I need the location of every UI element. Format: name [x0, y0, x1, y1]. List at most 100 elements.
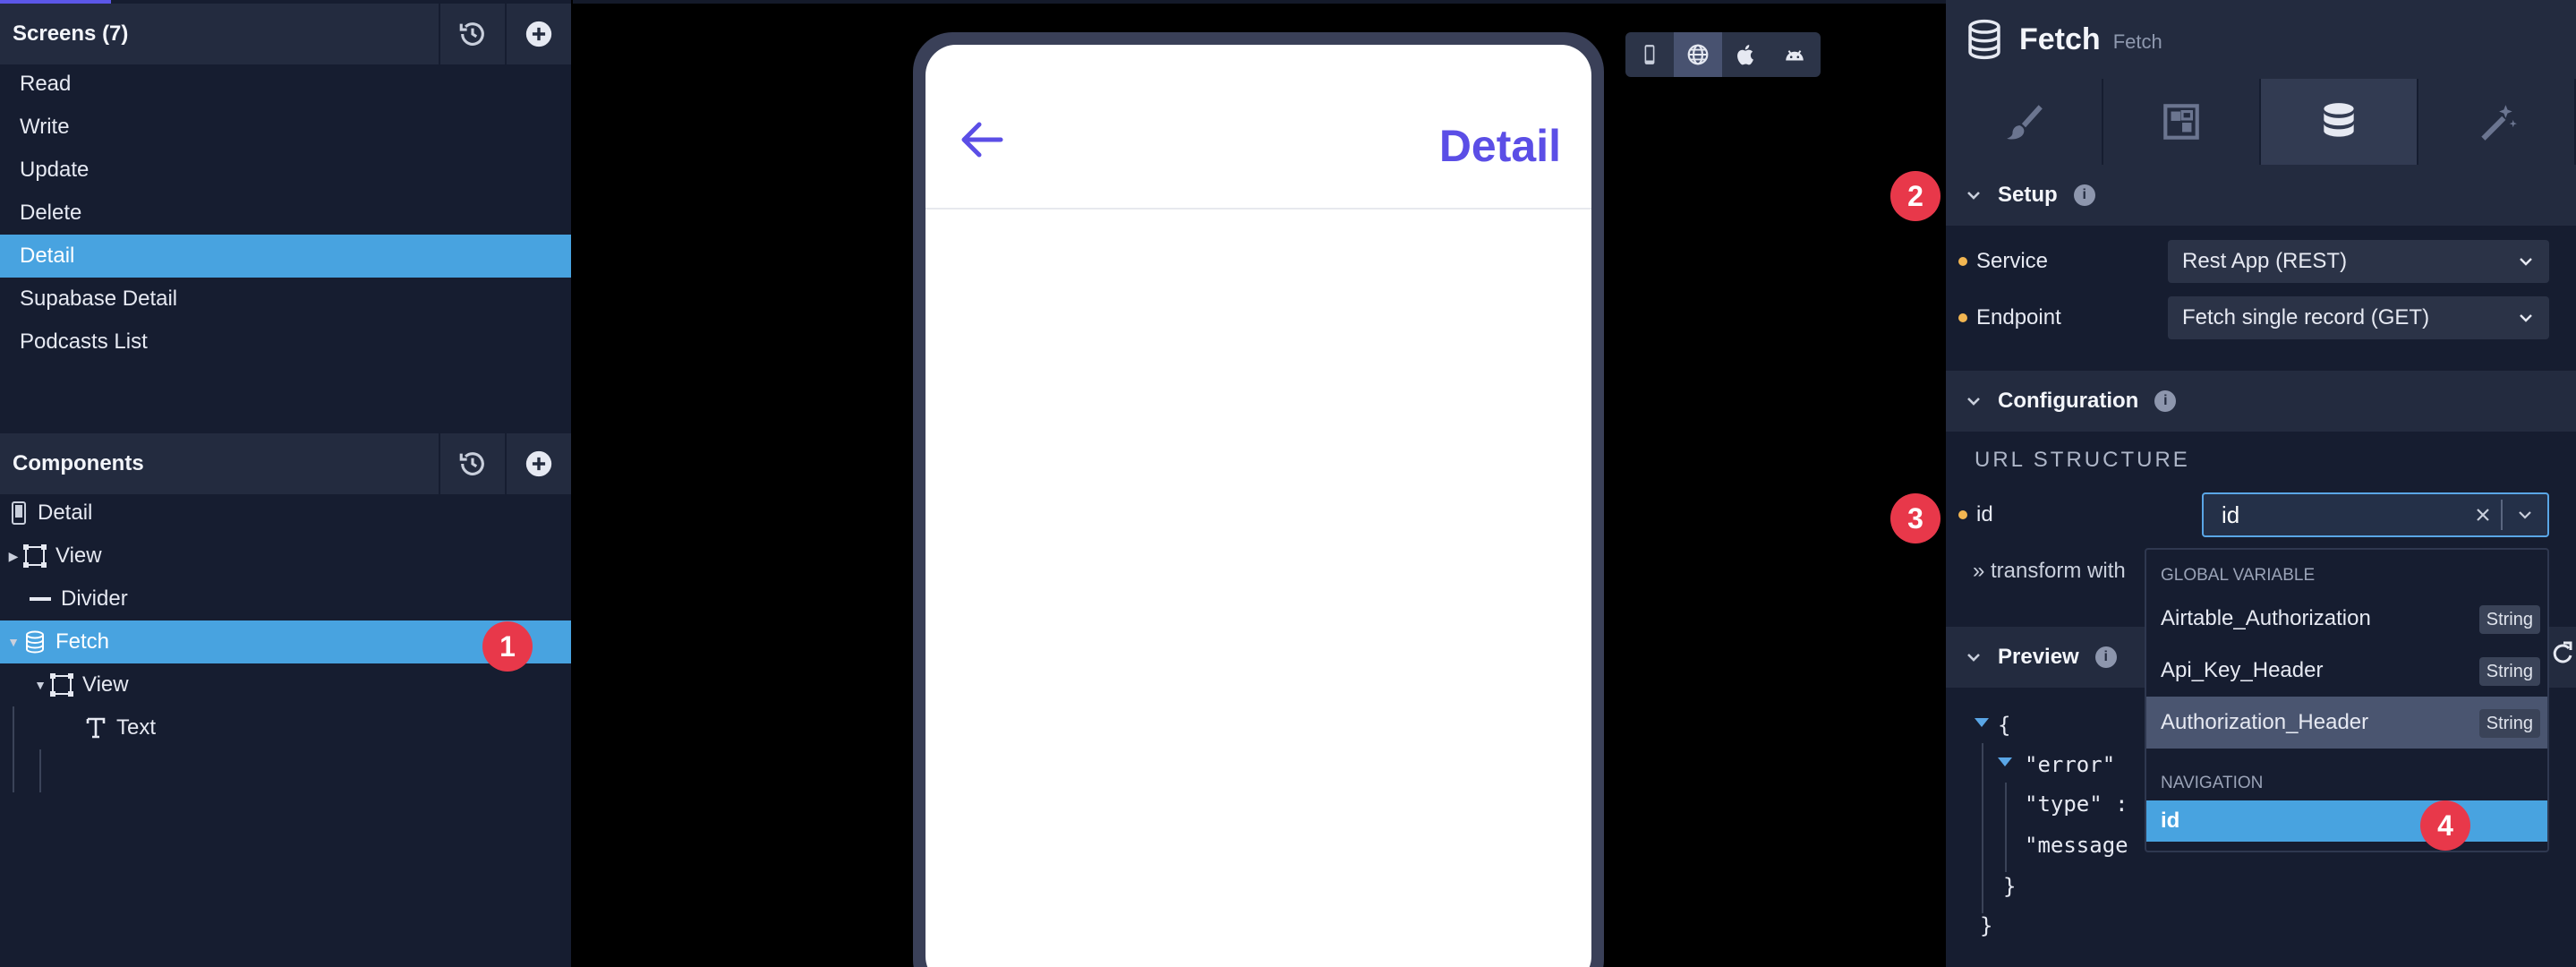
components-add-button[interactable]	[505, 433, 571, 494]
chevron-down-icon	[2520, 258, 2532, 266]
history-icon	[459, 452, 484, 475]
screen-item-delete[interactable]: Delete	[0, 192, 571, 235]
id-combobox[interactable]: id	[2202, 492, 2549, 537]
info-icon[interactable]: i	[2073, 184, 2095, 206]
step-badge-3: 3	[1890, 493, 1941, 543]
option-id[interactable]: id	[2146, 800, 2547, 842]
screens-header: Screens (7)	[0, 4, 571, 64]
option-label: Authorization_Header	[2161, 710, 2369, 734]
component-name: Fetch	[2019, 21, 2101, 56]
transform-with-link[interactable]: » transform with	[1973, 559, 2126, 584]
required-dot	[1958, 257, 1967, 266]
phone-screen: Detail	[925, 45, 1591, 967]
json-line: }	[2003, 874, 2017, 899]
caret-right-icon[interactable]: ▶	[5, 549, 21, 564]
component-type: Fetch	[2112, 30, 2162, 53]
id-options-dropdown: GLOBAL VARIABLE Airtable_Authorization S…	[2145, 548, 2549, 852]
dropdown-group-global: GLOBAL VARIABLE	[2161, 566, 2316, 585]
tab-data[interactable]	[2261, 79, 2418, 165]
option-api-key-header[interactable]: Api_Key_Header String	[2146, 645, 2547, 697]
inspector-tabs	[1946, 79, 2576, 165]
service-value: Rest App (REST)	[2182, 249, 2348, 273]
service-select[interactable]: Rest App (REST)	[2168, 240, 2549, 283]
back-arrow-icon[interactable]	[960, 120, 1004, 159]
screen-item-write[interactable]: Write	[0, 106, 571, 149]
screens-add-button[interactable]	[505, 4, 571, 64]
option-label: Airtable_Authorization	[2161, 606, 2371, 630]
screens-title: Screens (7)	[13, 21, 129, 46]
brush-icon	[2007, 105, 2043, 140]
tree-item-label: Text	[116, 715, 157, 740]
chevron-down-icon	[2520, 314, 2532, 322]
device-web-button[interactable]	[1674, 32, 1722, 77]
phone-icon	[5, 500, 32, 526]
components-header: Components	[0, 433, 571, 494]
option-label: Api_Key_Header	[2161, 658, 2324, 682]
components-title: Components	[13, 451, 144, 475]
clear-icon[interactable]	[2465, 497, 2501, 533]
device-toggle-bar	[1625, 32, 1821, 77]
magic-wand-icon	[2481, 105, 2517, 141]
json-line: }	[1980, 913, 1993, 938]
tree-item-label: Detail	[38, 501, 93, 525]
components-history-button[interactable]	[439, 433, 505, 494]
add-icon	[525, 21, 552, 47]
collapse-triangle-icon[interactable]	[1975, 718, 1989, 727]
caret-down-icon[interactable]: ▼	[5, 635, 21, 649]
refresh-icon[interactable]	[2551, 641, 2574, 666]
tree-guide-line	[39, 749, 41, 792]
service-label: Service	[1976, 249, 2049, 273]
tab-interactions[interactable]	[2418, 79, 2576, 165]
tree-item-view-child[interactable]: ▼ View	[0, 663, 571, 706]
tree-item-label: Divider	[61, 586, 128, 611]
screen-item-podcasts-list[interactable]: Podcasts List	[0, 321, 571, 364]
step-badge-4: 4	[2420, 800, 2470, 851]
tab-layout[interactable]	[2103, 79, 2261, 165]
id-input-value[interactable]: id	[2222, 501, 2465, 529]
tree-item-text[interactable]: Text	[0, 706, 571, 749]
chevron-down-icon	[1967, 398, 1980, 406]
step-badge-2: 2	[1890, 171, 1941, 221]
endpoint-select[interactable]: Fetch single record (GET)	[2168, 296, 2549, 339]
device-ios-button[interactable]	[1722, 32, 1770, 77]
tree-item-view[interactable]: ▶ View	[0, 535, 571, 578]
setup-section-header[interactable]: Setup i	[1946, 165, 2576, 226]
endpoint-row: Endpoint Fetch single record (GET)	[1946, 296, 2576, 339]
service-row: Service Rest App (REST)	[1946, 240, 2576, 283]
inspector-title-bar: Fetch Fetch	[1946, 0, 2576, 79]
tree-item-divider[interactable]: Divider	[0, 578, 571, 620]
screen-item-detail[interactable]: Detail	[0, 235, 571, 278]
chevron-down-icon[interactable]	[2503, 494, 2547, 535]
json-line: "type" :	[2025, 792, 2128, 817]
screen-item-supabase-detail[interactable]: Supabase Detail	[0, 278, 571, 321]
component-tree: Detail ▶ View Divider ▼ Fetch ▼ View Tex…	[0, 492, 571, 792]
globe-icon	[1687, 44, 1709, 65]
option-airtable-authorization[interactable]: Airtable_Authorization String	[2146, 593, 2547, 645]
option-authorization-header[interactable]: Authorization_Header String	[2146, 697, 2547, 749]
screens-history-button[interactable]	[439, 4, 505, 64]
endpoint-value: Fetch single record (GET)	[2182, 305, 2430, 329]
tree-item-detail[interactable]: Detail	[0, 492, 571, 535]
tree-guide-line	[13, 706, 14, 792]
id-label: id	[1976, 502, 1993, 526]
device-android-button[interactable]	[1770, 32, 1819, 77]
phone-preview-frame: Detail	[913, 32, 1604, 967]
screen-item-update[interactable]: Update	[0, 149, 571, 192]
info-icon[interactable]: i	[2094, 646, 2117, 668]
database-icon	[1968, 19, 2000, 60]
info-icon[interactable]: i	[2154, 390, 2177, 412]
android-icon	[1786, 50, 1804, 61]
divider-icon	[27, 586, 54, 612]
screen-item-read[interactable]: Read	[0, 63, 571, 106]
collapse-triangle-icon[interactable]	[1998, 757, 2012, 766]
url-structure-label: URL STRUCTURE	[1975, 448, 2190, 472]
tab-style[interactable]	[1946, 79, 2103, 165]
setup-title: Setup	[1998, 183, 2058, 207]
configuration-section-header[interactable]: Configuration i	[1946, 371, 2576, 432]
device-phone-button[interactable]	[1625, 32, 1674, 77]
phone-header: Detail	[925, 45, 1591, 210]
type-badge: String	[2478, 657, 2540, 686]
caret-down-icon[interactable]: ▼	[32, 678, 48, 692]
step-badge-1: 1	[482, 621, 533, 672]
tree-item-label: View	[82, 672, 129, 697]
